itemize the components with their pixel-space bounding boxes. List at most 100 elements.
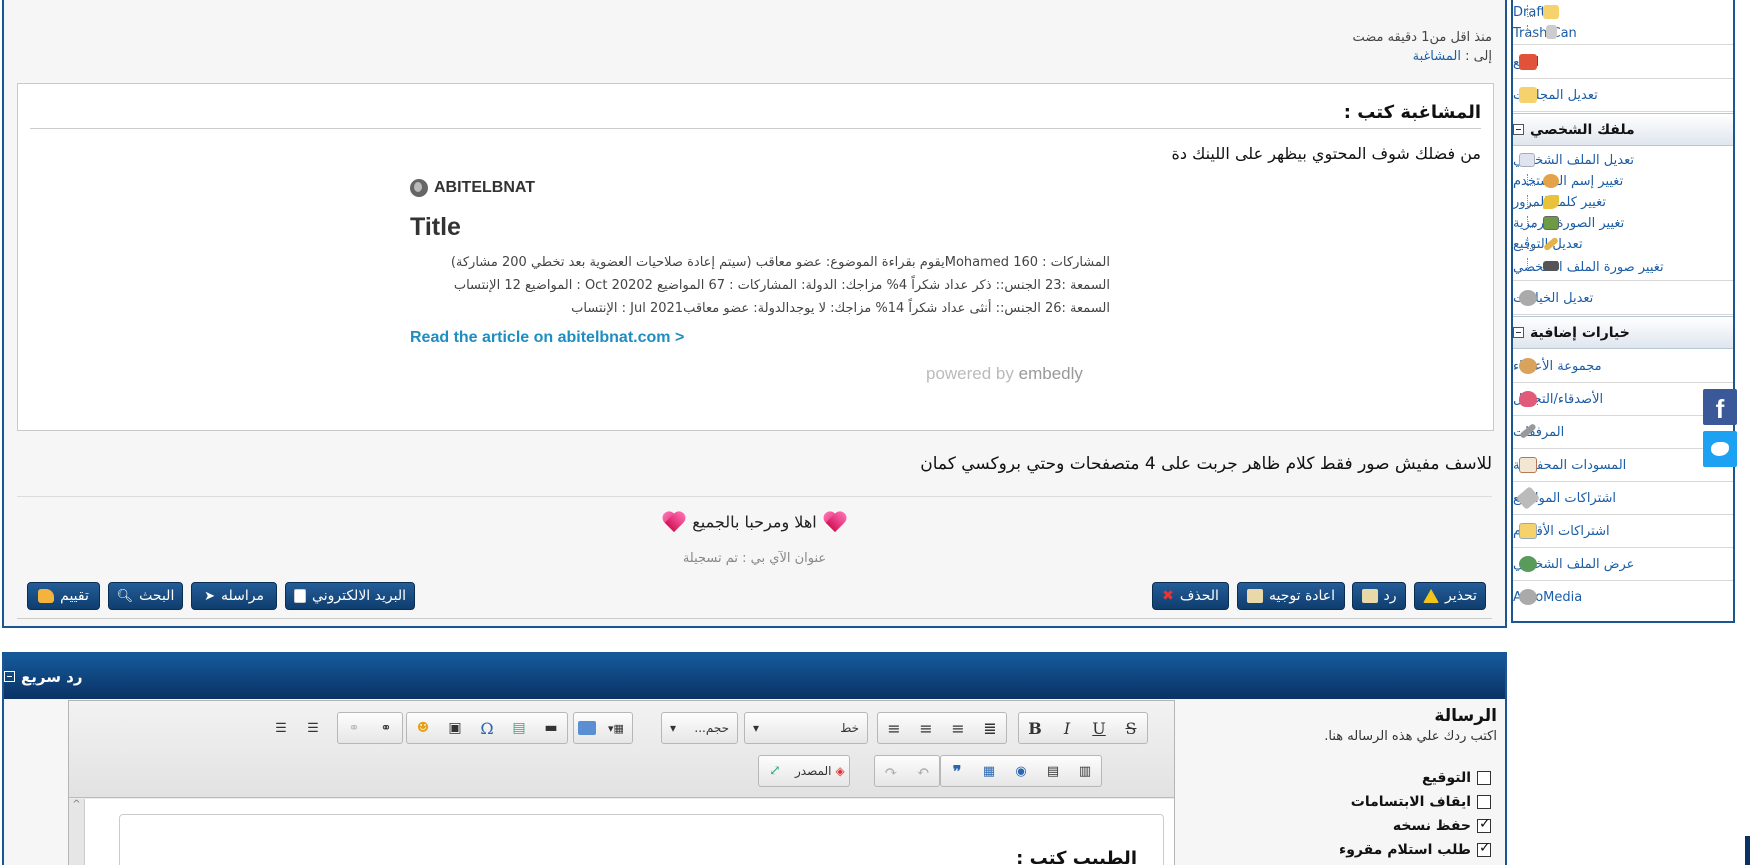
maximize-icon[interactable]: ⤢ [763, 760, 787, 782]
message-textarea[interactable]: الطبيب كتب : [85, 799, 1174, 865]
signature-checkbox[interactable] [1477, 771, 1491, 785]
page-edge-bar [1745, 836, 1750, 865]
underline-icon[interactable]: U [1087, 717, 1111, 739]
option-signature[interactable]: التوقيع [1422, 770, 1491, 786]
facebook-share-icon[interactable]: f [1703, 389, 1737, 425]
rate-label: تقييم [60, 588, 89, 604]
tree-line [1527, 216, 1535, 228]
option-disable-smilies[interactable]: ايقاف الابتسامات [1351, 794, 1491, 810]
delete-label: الحذف [1179, 588, 1219, 604]
option-save-copy[interactable]: حفظ نسخه [1393, 816, 1491, 834]
sidebar-item-groups[interactable]: مجموعة الأعضاء [1513, 350, 1733, 383]
link-icon[interactable]: ⚭ [374, 717, 398, 739]
sidebar-item-change-profile-pic[interactable]: تغيير صورة الملف الشخصي [1513, 255, 1733, 281]
sidebar-item-change-avatar[interactable]: تغيير الصورة الرمزية [1513, 213, 1733, 234]
quote-icon[interactable]: ❞ [945, 760, 969, 782]
embed-read-link[interactable]: Read the article on abitelbnat.com > [410, 329, 684, 347]
rate-button[interactable]: تقييم [27, 582, 100, 610]
quote-group: ❞ ▦ ◉ ▤ ▥ [940, 755, 1102, 787]
sidebar-item-drafts[interactable]: Drafts [1513, 2, 1733, 23]
sidebar-item-change-username[interactable]: تغيير إسم المستخدم [1513, 171, 1733, 192]
justify-icon[interactable]: ≣ [978, 717, 1002, 739]
source-button[interactable]: ◈ المصدر [795, 764, 845, 778]
email-button[interactable]: البريد الالكتروني [285, 582, 415, 610]
wrap-php-icon[interactable]: ◉ [1009, 760, 1033, 782]
forward-button[interactable]: اعادة توجيه [1237, 582, 1345, 610]
sidebar-section-extra[interactable]: خيارات إضافية [1513, 316, 1733, 349]
delete-button[interactable]: الحذف ✖ [1152, 582, 1229, 610]
sidebar-section-profile[interactable]: ملفك الشخصي [1513, 113, 1733, 146]
sidebar-item-friends[interactable]: الأصدقاء/التجاهل [1513, 383, 1733, 416]
save-copy-checkbox[interactable] [1477, 816, 1491, 833]
sidebar-item-saved-drafts[interactable]: المسودات المحفوظة [1513, 449, 1733, 482]
sidebar-item-follow[interactable]: التتبع [1513, 46, 1733, 79]
embed-line-1: المشاركات : 160 Mohamedيقوم بقراءة الموض… [450, 255, 1110, 270]
horizontal-rule-icon[interactable]: ▬ [539, 717, 563, 739]
font-select[interactable]: خط ▾ [744, 712, 868, 744]
sidebar-item-edit-options[interactable]: تعديل الخيارات [1513, 282, 1733, 315]
smiley-icon[interactable]: ☻ [411, 717, 435, 739]
sidebar-item-edit-signature[interactable]: تعديل التوقيع [1513, 234, 1733, 255]
read-receipt-checkbox[interactable] [1477, 840, 1491, 857]
collapse-icon[interactable] [1513, 327, 1524, 338]
color-picker-icon[interactable]: ▾▦ [604, 717, 628, 739]
unlink-icon[interactable]: ⚭ [342, 717, 366, 739]
embed-title[interactable]: Title [410, 213, 461, 242]
sidebar-item-view-profile[interactable]: عرض الملف الشخصي [1513, 548, 1733, 581]
post-container: منذ اقل من1 دقيقه مضت إلى : المشاغبة الم… [2, 0, 1507, 628]
strikethrough-icon[interactable]: S [1119, 717, 1143, 739]
warn-label: تحذير [1445, 588, 1477, 604]
sidebar-item-thread-subs[interactable]: اشتراكات المواضيع [1513, 482, 1733, 515]
undo-icon[interactable]: ↶ [911, 760, 935, 782]
scroll-up-arrow[interactable]: ^ [72, 799, 80, 810]
sidebar-item-forum-subs[interactable]: اشتراكات الأقسام [1513, 515, 1733, 548]
collapse-icon[interactable] [1513, 124, 1524, 135]
ordered-list-icon[interactable]: ☰ [269, 717, 293, 739]
collapse-icon[interactable] [4, 671, 15, 682]
folder-list-icon [1519, 523, 1537, 539]
recipient-link[interactable]: المشاغبة [1413, 49, 1461, 64]
sidebar-item-edit-profile[interactable]: تعديل الملف الشخصي [1513, 150, 1733, 171]
embed-line-3: السمعة :26 الجنس:: أنثى عداد شكراً 14% م… [571, 301, 1110, 316]
media-icon[interactable]: ▣ [443, 717, 467, 739]
sidebar-item-automedia[interactable]: AutoMedia [1513, 581, 1733, 614]
search-button[interactable]: البحث 🔍︎ [108, 582, 183, 610]
twitter-share-icon[interactable] [1703, 431, 1737, 467]
sidebar-item-trash[interactable]: Trash Can [1513, 22, 1733, 45]
align-right-icon[interactable]: ≡ [946, 717, 970, 739]
sidebar-item-attachments[interactable]: المرفقات [1513, 416, 1733, 449]
special-char-icon[interactable]: Ω [475, 717, 499, 739]
user-edit-icon [1543, 174, 1559, 188]
italic-icon[interactable]: I [1055, 717, 1079, 739]
embed-powered-by[interactable]: powered by embedly [926, 364, 1083, 384]
quick-reply-panel: رد سريع الرسالة اكتب ردك علي هذه الرساله… [2, 652, 1507, 865]
format-group: B I U S [1018, 712, 1148, 744]
list-group: ☰ ☰ [265, 712, 329, 744]
code-icon[interactable]: ▤ [1041, 760, 1065, 782]
globe-icon [410, 179, 428, 197]
reply-button[interactable]: رد [1352, 582, 1406, 610]
insert-image-icon[interactable] [578, 721, 596, 735]
warn-button[interactable]: تحذير [1414, 582, 1486, 610]
embed-site[interactable]: ABITELBNAT [410, 179, 535, 197]
editor-scrollbar[interactable]: ^ [69, 799, 85, 865]
sidebar-item-change-password[interactable]: تغيير كلمة المرور [1513, 192, 1733, 213]
table-icon[interactable]: ▤ [507, 717, 531, 739]
sidebar-item-edit-folders[interactable]: تعديل المجلدات [1513, 79, 1733, 112]
redo-icon[interactable]: ↷ [879, 760, 903, 782]
bold-icon[interactable]: B [1023, 717, 1047, 739]
align-center-icon[interactable]: ≡ [914, 717, 938, 739]
quote-block: المشاغبة كتب : من فضلك شوف المحتوي بيظهر… [17, 83, 1494, 431]
reply-icon [1361, 589, 1378, 603]
wrap-tag-icon[interactable]: ▥ [1073, 760, 1097, 782]
insert-group: ☻ ▣ Ω ▤ ▬ [406, 712, 568, 744]
editor-quote-block: الطبيب كتب : [119, 814, 1164, 865]
message-button[interactable]: مراسله ➤ [191, 582, 277, 610]
size-select[interactable]: حجم... ▾ [661, 712, 738, 744]
disable-smilies-checkbox[interactable] [1477, 795, 1491, 809]
gear-icon [1519, 589, 1537, 605]
wrap-html-icon[interactable]: ▦ [977, 760, 1001, 782]
option-read-receipt[interactable]: طلب استلام مقروء [1339, 840, 1491, 858]
unordered-list-icon[interactable]: ☰ [301, 717, 325, 739]
align-left-icon[interactable]: ≡ [882, 717, 906, 739]
